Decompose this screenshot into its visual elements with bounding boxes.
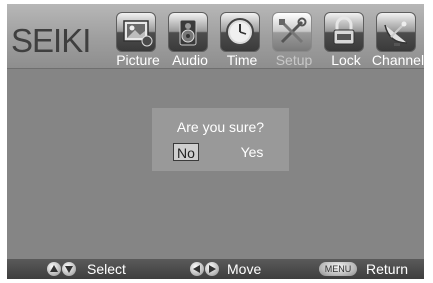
satellite-dish-icon (376, 12, 416, 52)
menu-item-channel[interactable]: Channel (372, 10, 424, 68)
menu-label-channel: Channel (371, 52, 425, 68)
clock-icon (220, 12, 260, 52)
lock-icon (324, 12, 364, 52)
menu-item-lock[interactable]: Lock (321, 10, 371, 68)
return-hint-label: Return (366, 261, 409, 277)
confirm-dialog: Are you sure? No Yes (152, 108, 289, 171)
tv-screen: SEIKI Picture Audio Time Setup Lock Chan… (7, 4, 424, 279)
menu-key-icon: MENU (319, 262, 357, 276)
brand-logo: SEIKI (11, 22, 91, 59)
yes-button[interactable]: Yes (237, 143, 267, 161)
move-hint-label: Move (227, 261, 262, 277)
menu-item-time[interactable]: Time (217, 10, 267, 68)
speaker-icon (168, 12, 208, 52)
left-arrow-icon (190, 262, 204, 276)
up-arrow-icon (47, 262, 61, 276)
down-arrow-icon (62, 262, 76, 276)
menu-item-audio[interactable]: Audio (165, 10, 215, 68)
right-arrow-icon (205, 262, 219, 276)
select-hint-label: Select (87, 261, 126, 277)
menu-item-setup[interactable]: Setup (269, 10, 319, 68)
picture-icon (116, 12, 156, 52)
hint-bar: Select Move MENU Return (7, 259, 424, 279)
tools-icon (272, 12, 312, 52)
no-button[interactable]: No (173, 143, 199, 161)
dialog-question: Are you sure? (176, 119, 265, 135)
menu-bar: SEIKI Picture Audio Time Setup Lock Chan… (7, 4, 424, 69)
menu-item-picture[interactable]: Picture (113, 10, 163, 68)
